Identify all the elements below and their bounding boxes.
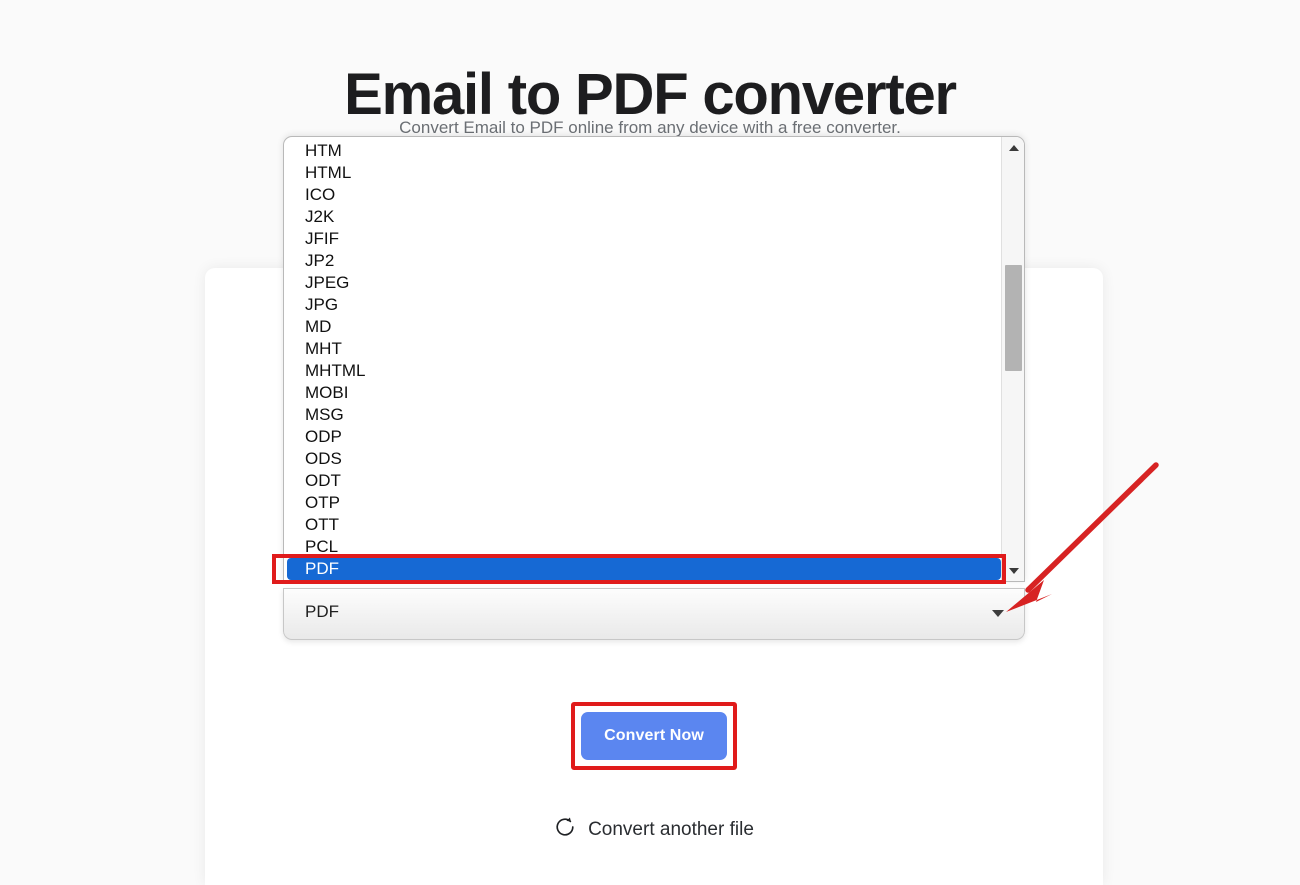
dropdown-option-mobi[interactable]: MOBI (284, 382, 1002, 404)
dropdown-option-ott[interactable]: OTT (284, 514, 1002, 536)
output-format-value: PDF (305, 602, 339, 621)
convert-another-file-label: Convert another file (588, 818, 754, 840)
dropdown-option-container: HTM HTML ICO J2K JFIF JP2 JPEG JPG MD MHT MHTML MOB… (284, 137, 1002, 580)
page-subtitle: Convert Email to PDF online from any dev… (399, 118, 901, 137)
dropdown-option-mht[interactable]: MHT (284, 338, 1002, 360)
scrollbar-up-arrow[interactable] (1002, 139, 1024, 156)
page-root: Email to PDF converter Convert Email to … (0, 0, 1300, 885)
convert-another-file-link[interactable]: Convert another file (205, 816, 1103, 843)
dropdown-option-ods[interactable]: ODS (284, 448, 1002, 470)
output-format-dropdown-list[interactable]: HTM HTML ICO J2K JFIF JP2 JPEG JPG MD MHT MHTML MOB… (283, 136, 1025, 582)
scrollbar-thumb[interactable] (1005, 265, 1022, 371)
dropdown-option-md[interactable]: MD (284, 316, 1002, 338)
dropdown-option-ico[interactable]: ICO (284, 184, 1002, 206)
triangle-down-icon (1008, 567, 1019, 574)
output-format-select[interactable]: PDF (283, 588, 1025, 640)
triangle-up-icon (1008, 144, 1019, 151)
scrollbar-down-arrow[interactable] (1002, 562, 1024, 579)
dropdown-option-mhtml[interactable]: MHTML (284, 360, 1002, 382)
dropdown-option-htm[interactable]: HTM (284, 140, 1002, 162)
dropdown-option-pdf[interactable]: PDF (287, 558, 1001, 580)
dropdown-scrollbar[interactable] (1001, 137, 1024, 581)
dropdown-option-otp[interactable]: OTP (284, 492, 1002, 514)
dropdown-option-jp2[interactable]: JP2 (284, 250, 1002, 272)
dropdown-option-odt[interactable]: ODT (284, 470, 1002, 492)
dropdown-option-j2k[interactable]: J2K (284, 206, 1002, 228)
dropdown-option-jpeg[interactable]: JPEG (284, 272, 1002, 294)
dropdown-option-odp[interactable]: ODP (284, 426, 1002, 448)
dropdown-option-jpg[interactable]: JPG (284, 294, 1002, 316)
dropdown-option-pcl[interactable]: PCL (284, 536, 1002, 558)
dropdown-option-msg[interactable]: MSG (284, 404, 1002, 426)
dropdown-option-jfif[interactable]: JFIF (284, 228, 1002, 250)
refresh-icon (554, 816, 576, 843)
convert-now-button[interactable]: Convert Now (581, 712, 727, 760)
chevron-down-icon[interactable] (992, 610, 1004, 617)
dropdown-option-html[interactable]: HTML (284, 162, 1002, 184)
